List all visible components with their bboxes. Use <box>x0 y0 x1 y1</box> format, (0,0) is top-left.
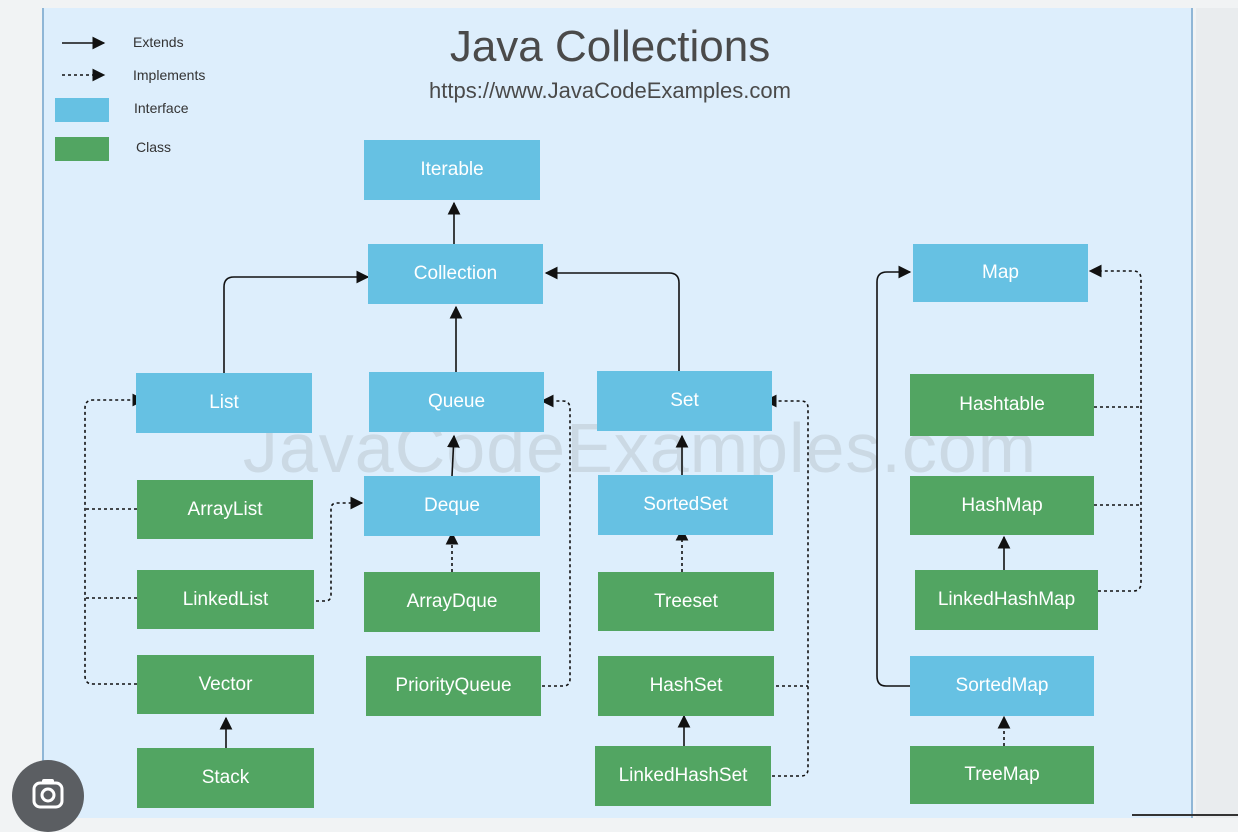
node-hashtable: Hashtable <box>910 374 1094 436</box>
node-list: List <box>136 373 312 433</box>
legend-interface-label: Interface <box>134 100 189 116</box>
node-treeset: Treeset <box>598 572 774 631</box>
edge-deque-queue <box>447 434 460 477</box>
node-linkedlist: LinkedList <box>137 570 314 629</box>
legend-interface-swatch <box>55 98 109 122</box>
legend-class-swatch <box>55 137 109 161</box>
edge-list-collection <box>223 270 370 373</box>
node-set: Set <box>597 371 772 431</box>
node-collection: Collection <box>368 244 543 304</box>
node-sortedset: SortedSet <box>598 475 773 535</box>
legend-implements-label: Implements <box>133 67 206 83</box>
node-arraylist: ArrayList <box>137 480 313 539</box>
google-lens-icon[interactable] <box>12 760 84 832</box>
edge-list-implementers <box>84 400 144 685</box>
node-treemap: TreeMap <box>910 746 1094 804</box>
node-hashset: HashSet <box>598 656 774 716</box>
node-sortedmap: SortedMap <box>910 656 1094 716</box>
node-deque: Deque <box>364 476 540 536</box>
edge-priorityqueue-queue <box>540 394 571 687</box>
node-linkedhashmap: LinkedHashMap <box>915 570 1098 630</box>
edge-sortedmap-map <box>876 265 912 687</box>
edge-set-collection <box>544 266 680 371</box>
edge-map-implementers <box>1090 271 1142 592</box>
edge-linkedlist-deque <box>316 496 364 602</box>
node-arraydque: ArrayDque <box>364 572 540 632</box>
legend-class-label: Class <box>136 139 172 155</box>
node-linkedhashset: LinkedHashSet <box>595 746 771 806</box>
node-queue: Queue <box>369 372 544 432</box>
node-stack: Stack <box>137 748 314 808</box>
node-iterable: Iterable <box>364 140 540 200</box>
node-priorityqueue: PriorityQueue <box>366 656 541 716</box>
node-hashmap: HashMap <box>910 476 1094 535</box>
node-map: Map <box>913 244 1088 302</box>
legend-extends-label: Extends <box>133 34 184 50</box>
node-vector: Vector <box>137 655 314 714</box>
